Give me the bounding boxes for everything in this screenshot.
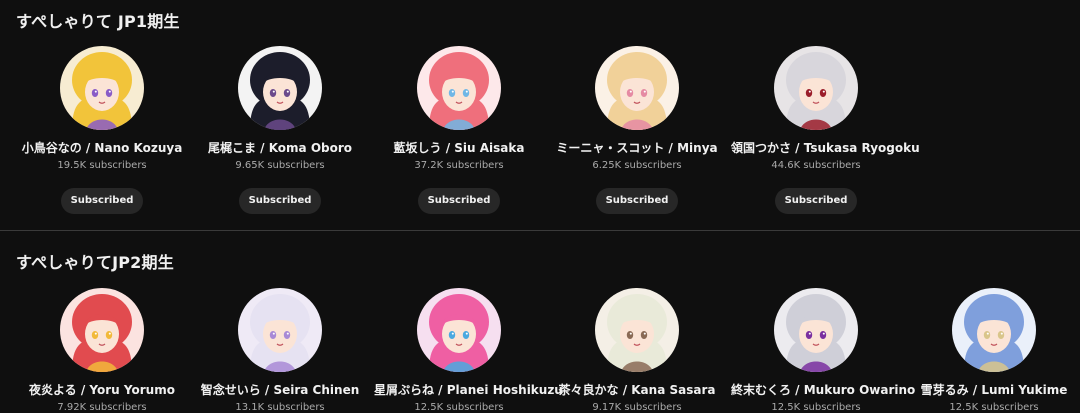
subscribed-button[interactable]: Subscribed (417, 188, 501, 214)
subscribed-button[interactable]: Subscribed (238, 188, 322, 214)
subscriber-count: 7.92K subscribers (57, 402, 147, 413)
channel-card: 星屑ぷらね / Planei Hoshikuzu 12.5K subscriber… (374, 288, 563, 413)
channel-name-link[interactable]: 夜炎よる / Yoru Yorumo (17, 382, 187, 398)
channel-avatar[interactable] (417, 288, 501, 372)
section-jp1: すぺしゃりて JP1期生 小鳥谷なの / Nano Kozuya 19.5K su… (0, 0, 1080, 230)
channel-avatar[interactable] (60, 288, 144, 372)
subscriber-count: 12.5K subscribers (949, 402, 1039, 413)
subscribed-button[interactable]: Subscribed (60, 188, 144, 214)
channel-card: ミーニャ・スコット / Minya 6.25K subscribers Subscr… (552, 46, 722, 214)
subscriber-count: 12.5K subscribers (771, 402, 861, 413)
channel-avatar[interactable] (774, 288, 858, 372)
channel-name-link[interactable]: 智念せいら / Seira Chinen (195, 382, 365, 398)
channel-card: 雪芽るみ / Lumi Yukime 12.5K subscribers (909, 288, 1079, 413)
channel-card: 茶々良かな / Kana Sasara 9.17K subscribers (552, 288, 722, 413)
subscriber-count: 9.65K subscribers (235, 160, 325, 171)
channel-card: 夜炎よる / Yoru Yorumo 7.92K subscribers (17, 288, 187, 413)
channel-avatar[interactable] (417, 46, 501, 130)
channel-list-page: すぺしゃりて JP1期生 小鳥谷なの / Nano Kozuya 19.5K su… (0, 0, 1080, 413)
channel-card: 領国つかさ / Tsukasa Ryogoku 44.6K subscribers… (731, 46, 920, 214)
channel-name-link[interactable]: 終末むくろ / Mukuro Owarino (731, 382, 915, 398)
channel-avatar[interactable] (595, 46, 679, 130)
subscriber-count: 37.2K subscribers (414, 160, 504, 171)
subscriber-count: 19.5K subscribers (57, 160, 147, 171)
subscribed-button[interactable]: Subscribed (595, 188, 679, 214)
channel-name-link[interactable]: 茶々良かな / Kana Sasara (552, 382, 722, 398)
channel-card: 智念せいら / Seira Chinen 13.1K subscribers (195, 288, 365, 413)
channel-card: 終末むくろ / Mukuro Owarino 12.5K subscribers (731, 288, 915, 413)
channel-avatar[interactable] (60, 46, 144, 130)
subscribed-button[interactable]: Subscribed (774, 188, 858, 214)
channel-name-link[interactable]: 尾梶こま / Koma Oboro (195, 140, 365, 156)
section-jp2: すぺしゃりてJP2期生 夜炎よる / Yoru Yorumo 7.92K subs… (0, 231, 1080, 413)
subscriber-count: 44.6K subscribers (771, 160, 861, 171)
section-title: すぺしゃりてJP2期生 (16, 253, 174, 272)
channel-name-link[interactable]: ミーニャ・スコット / Minya (552, 140, 722, 156)
channel-name-link[interactable]: 小鳥谷なの / Nano Kozuya (17, 140, 187, 156)
channel-card: 藍坂しう / Siu Aisaka 37.2K subscribers Subscr… (374, 46, 544, 214)
channel-avatar[interactable] (595, 288, 679, 372)
channel-avatar[interactable] (774, 46, 858, 130)
channel-name-link[interactable]: 藍坂しう / Siu Aisaka (374, 140, 544, 156)
subscriber-count: 12.5K subscribers (414, 402, 504, 413)
channel-avatar[interactable] (238, 46, 322, 130)
subscriber-count: 9.17K subscribers (592, 402, 682, 413)
channel-name-link[interactable]: 星屑ぷらね / Planei Hoshikuzu (374, 382, 563, 398)
section-title: すぺしゃりて JP1期生 (16, 12, 180, 31)
subscriber-count: 13.1K subscribers (235, 402, 325, 413)
channel-name-link[interactable]: 領国つかさ / Tsukasa Ryogoku (731, 140, 920, 156)
subscriber-count: 6.25K subscribers (592, 160, 682, 171)
channel-card: 尾梶こま / Koma Oboro 9.65K subscribers Subscr… (195, 46, 365, 214)
channel-avatar[interactable] (238, 288, 322, 372)
channel-card: 小鳥谷なの / Nano Kozuya 19.5K subscribers Subs… (17, 46, 187, 214)
channel-name-link[interactable]: 雪芽るみ / Lumi Yukime (909, 382, 1079, 398)
channel-avatar[interactable] (952, 288, 1036, 372)
